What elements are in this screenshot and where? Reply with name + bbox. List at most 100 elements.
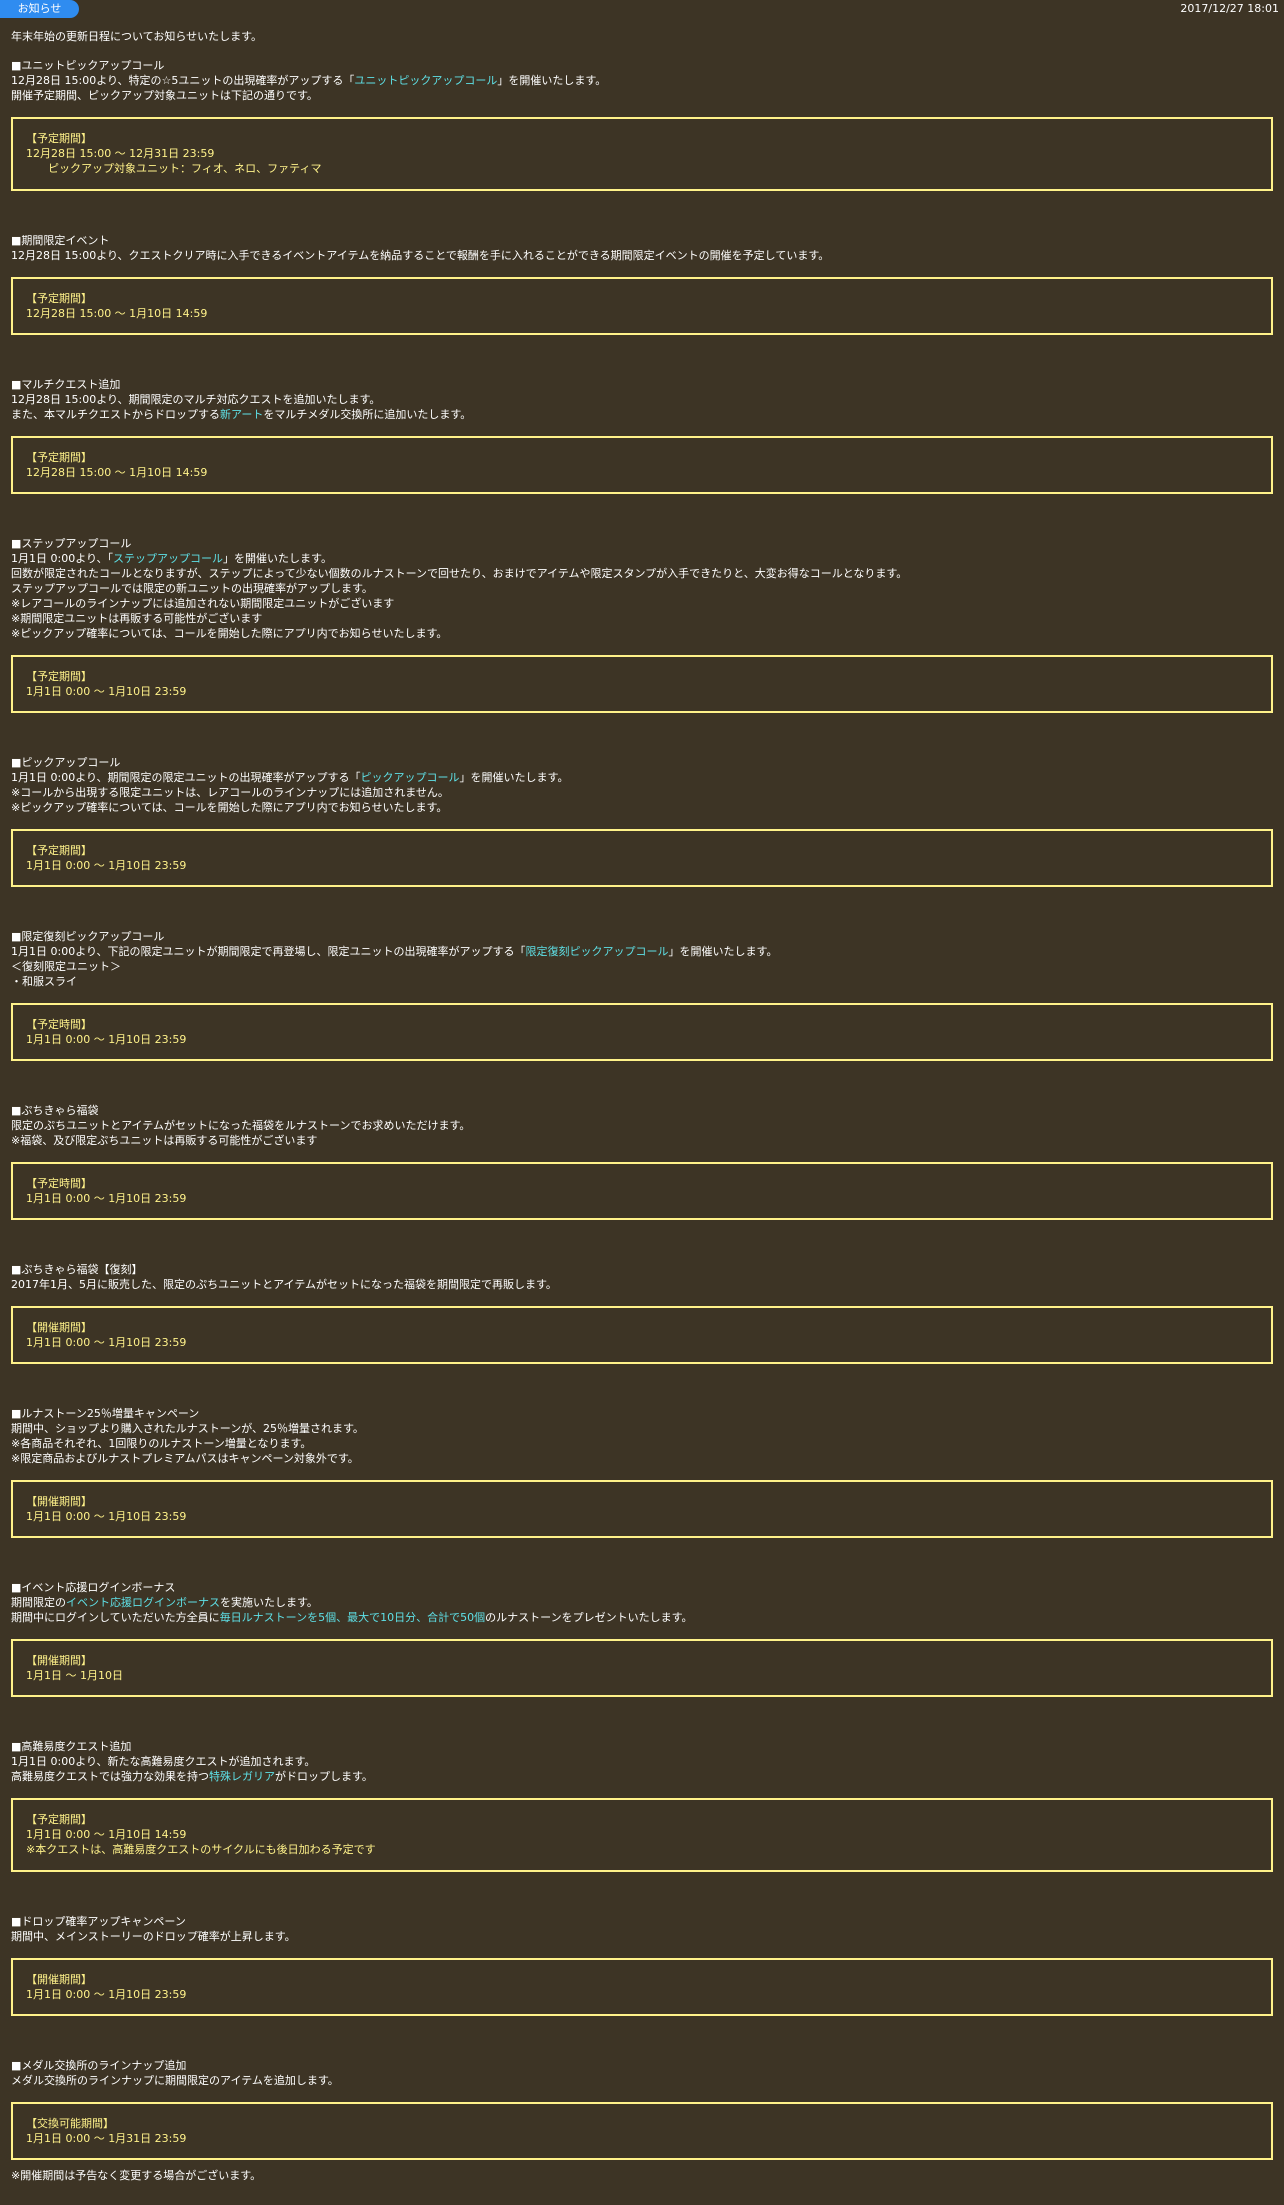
section-text-line: ※福袋、及び限定ぷちユニットは再販する可能性がございます (11, 1133, 1273, 1148)
text-segment: ※福袋、及び限定ぷちユニットは再販する可能性がございます (11, 1134, 318, 1147)
section-text-line: 2017年1月、5月に販売した、限定のぷちユニットとアイテムがセットになった福袋… (11, 1277, 1273, 1292)
period-label: 【予定時間】 (26, 1018, 92, 1031)
text-segment: 開催予定期間、ピックアップ対象ユニットは下記の通りです。 (11, 89, 318, 102)
text-segment: 期間中、メインストーリーのドロップ確率が上昇します。 (11, 1930, 296, 1943)
section-title: ■ユニットピックアップコール (11, 59, 165, 72)
section-text-line: 限定のぷちユニットとアイテムがセットになった福袋をルナストーンでお求めいただけま… (11, 1118, 1273, 1133)
section-text-line: 回数が限定されたコールとなりますが、ステップによって少ない個数のルナストーンで回… (11, 566, 1273, 581)
section-text-line: ※各商品それぞれ、1回限りのルナストーン増量となります。 (11, 1436, 1273, 1451)
period-box: 【予定期間】 12月28日 15:00 ～ 12月31日 23:59 ピックアップ対… (11, 117, 1273, 191)
highlight-text: 新アート (220, 408, 264, 421)
highlight-text: 毎日ルナストーンを5個、最大で10日分、合計で50個 (219, 1611, 486, 1624)
notice-section: ■期間限定イベント 12月28日 15:00より、クエストクリア時に入手できるイベ… (11, 233, 1273, 335)
period-value: 1月1日 0:00 ～ 1月10日 23:59 (26, 1336, 187, 1349)
section-text-line: ※レアコールのラインナップには追加されない期間限定ユニットがございます (11, 596, 1273, 611)
timestamp: 2017/12/27 18:01 (1180, 2, 1279, 15)
text-segment: 」を開催いたします。 (459, 771, 569, 784)
section-title: ■ルナストーン25％増量キャンペーン (11, 1407, 200, 1420)
section-text-line: 高難易度クエストでは強力な効果を持つ特殊レガリアがドロップします。 (11, 1769, 1273, 1784)
section-text-line: ステップアップコールでは限定の新ユニットの出現確率がアップします。 (11, 581, 1273, 596)
period-box: 【予定時間】 1月1日 0:00 ～ 1月10日 23:59 (11, 1162, 1273, 1220)
section-text-line: 12月28日 15:00より、クエストクリア時に入手できるイベントアイテムを納品… (11, 248, 1273, 263)
text-segment: ステップアップコールでは限定の新ユニットの出現確率がアップします。 (11, 582, 373, 595)
text-segment: 期間限定の (11, 1596, 66, 1609)
text-segment: 期間中、ショップより購入されたルナストーンが、25％増量されます。 (11, 1422, 364, 1435)
section-title: ■メダル交換所のラインナップ追加 (11, 2059, 187, 2072)
text-segment: メダル交換所のラインナップに期間限定のアイテムを追加します。 (11, 2074, 339, 2087)
section-title: ■ぷちきゃら福袋 (11, 1104, 99, 1117)
text-segment: 12月28日 15:00より、特定の☆5ユニットの出現確率がアップする「 (11, 74, 355, 87)
text-segment: ※限定商品およびルナストプレミアムパスはキャンペーン対象外です。 (11, 1452, 359, 1465)
period-label: 【予定期間】 (26, 844, 92, 857)
notice-section: ■高難易度クエスト追加 1月1日 0:00より、新たな高難易度クエストが追加されま… (11, 1739, 1273, 1872)
text-segment: 1月1日 0:00より、新たな高難易度クエストが追加されます。 (11, 1755, 316, 1768)
section-text-line: 1月1日 0:00より、下記の限定ユニットが期間限定で再登場し、限定ユニットの出… (11, 944, 1273, 959)
period-label: 【予定時間】 (26, 1177, 92, 1190)
period-box: 【交換可能期間】 1月1日 0:00 ～ 1月31日 23:59 (11, 2102, 1273, 2160)
period-box: 【予定時間】 1月1日 0:00 ～ 1月10日 23:59 (11, 1003, 1273, 1061)
period-value: 1月1日 0:00 ～ 1月10日 23:59 (26, 1192, 187, 1205)
period-value: 12月28日 15:00 ～ 1月10日 14:59 (26, 466, 208, 479)
section-title: ■ぷちきゃら福袋【復刻】 (11, 1263, 143, 1276)
text-segment: 2017年1月、5月に販売した、限定のぷちユニットとアイテムがセットになった福袋… (11, 1278, 557, 1291)
text-segment: ※ピックアップ確率については、コールを開始した際にアプリ内でお知らせいたします。 (11, 801, 448, 814)
period-label: 【開催期間】 (26, 1321, 92, 1334)
period-label: 【予定期間】 (26, 670, 92, 683)
highlight-text: ピックアップコール (360, 771, 460, 784)
notice-section: ■イベント応援ログインボーナス 期間限定のイベント応援ログインボーナスを実施いたし… (11, 1580, 1273, 1697)
text-segment: 」を開催いたします。 (668, 945, 778, 958)
notice-section: ■メダル交換所のラインナップ追加メダル交換所のラインナップに期間限定のアイテムを… (11, 2058, 1273, 2160)
sections-container: ■ユニットピックアップコール 12月28日 15:00より、特定の☆5ユニットの出… (11, 58, 1273, 2160)
text-segment: ・和服スライ (11, 975, 77, 988)
text-segment: がドロップします。 (275, 1770, 373, 1783)
text-segment: また、本マルチクエストからドロップする (11, 408, 220, 421)
text-segment: 12月28日 15:00より、クエストクリア時に入手できるイベントアイテムを納品… (11, 249, 830, 262)
section-text-line: 期間中、ショップより購入されたルナストーンが、25％増量されます。 (11, 1421, 1273, 1436)
period-value: 1月1日 0:00 ～ 1月31日 23:59 (26, 2132, 187, 2145)
period-box: 【開催期間】 1月1日 0:00 ～ 1月10日 23:59 (11, 1958, 1273, 2016)
section-text-line: 12月28日 15:00より、特定の☆5ユニットの出現確率がアップする「ユニット… (11, 73, 1273, 88)
period-label: 【予定期間】 (26, 132, 92, 145)
text-segment: のルナストーンをプレゼントいたします。 (485, 1611, 693, 1624)
notice-badge: お知らせ (0, 0, 79, 18)
intro-text: 年末年始の更新日程についてお知らせいたします。 (11, 30, 263, 43)
text-segment: 1月1日 0:00より、「 (11, 552, 114, 565)
text-segment: ※期間限定ユニットは再販する可能性がございます (11, 612, 263, 625)
section-text-line: ※限定商品およびルナストプレミアムパスはキャンペーン対象外です。 (11, 1451, 1273, 1466)
text-segment: ※ピックアップ確率については、コールを開始した際にアプリ内でお知らせいたします。 (11, 627, 448, 640)
section-text-line: ※コールから出現する限定ユニットは、レアコールのラインナップには追加されません。 (11, 785, 1273, 800)
period-value: 1月1日 0:00 ～ 1月10日 23:59 (26, 1033, 187, 1046)
period-box: 【予定期間】 1月1日 0:00 ～ 1月10日 14:59 ※本クエストは、高難易… (11, 1798, 1273, 1872)
highlight-text: イベント応援ログインボーナス (66, 1596, 220, 1609)
section-text-line: ※ピックアップ確率については、コールを開始した際にアプリ内でお知らせいたします。 (11, 626, 1273, 641)
text-segment: 12月28日 15:00より、期間限定のマルチ対応クエストを追加いたします。 (11, 393, 381, 406)
period-label: 【予定期間】 (26, 292, 92, 305)
text-segment: 」を開催いたします。 (223, 552, 332, 565)
section-title: ■限定復刻ピックアップコール (11, 930, 165, 943)
period-box: 【予定期間】 12月28日 15:00 ～ 1月10日 14:59 (11, 436, 1273, 494)
footnote: ※開催期間は予告なく変更する場合がございます。 (11, 2169, 262, 2182)
notice-section: ■マルチクエスト追加 12月28日 15:00より、期間限定のマルチ対応クエストを… (11, 377, 1273, 494)
section-title: ■期間限定イベント (11, 234, 110, 247)
text-segment: ＜復刻限定ユニット＞ (11, 960, 121, 973)
section-title: ■高難易度クエスト追加 (11, 1740, 132, 1753)
notice-section: ■限定復刻ピックアップコール 1月1日 0:00より、下記の限定ユニットが期間限定… (11, 929, 1273, 1061)
period-label: 【予定期間】 (26, 451, 92, 464)
section-title: ■ドロップ確率アップキャンペーン (11, 1915, 186, 1928)
section-text-line: 期間中にログインしていただいた方全員に毎日ルナストーンを5個、最大で10日分、合… (11, 1610, 1273, 1625)
text-segment: 1月1日 0:00より、下記の限定ユニットが期間限定で再登場し、限定ユニットの出… (11, 945, 526, 958)
section-text-line: ※期間限定ユニットは再販する可能性がございます (11, 611, 1273, 626)
period-value: 12月28日 15:00 ～ 12月31日 23:59 (26, 147, 215, 160)
highlight-text: 特殊レガリア (209, 1770, 275, 1783)
period-box: 【予定期間】 1月1日 0:00 ～ 1月10日 23:59 (11, 655, 1273, 713)
period-value: 1月1日 0:00 ～ 1月10日 23:59 (26, 685, 187, 698)
section-title: ■ステップアップコール (11, 537, 132, 550)
section-title: ■イベント応援ログインボーナス (11, 1581, 176, 1594)
section-text-line: 1月1日 0:00より、新たな高難易度クエストが追加されます。 (11, 1754, 1273, 1769)
period-value: ピックアップ対象ユニット：フィオ、ネロ、ファティマ (48, 162, 322, 175)
period-label: 【予定期間】 (26, 1813, 92, 1826)
period-box: 【開催期間】 1月1日 ～ 1月10日 (11, 1639, 1273, 1697)
section-text-line: 1月1日 0:00より、期間限定の限定ユニットの出現確率がアップする「ピックアッ… (11, 770, 1273, 785)
section-title: ■ピックアップコール (11, 756, 121, 769)
notice-content: 年末年始の更新日程についてお知らせいたします。 ■ユニットピックアップコール 12… (11, 30, 1273, 2160)
